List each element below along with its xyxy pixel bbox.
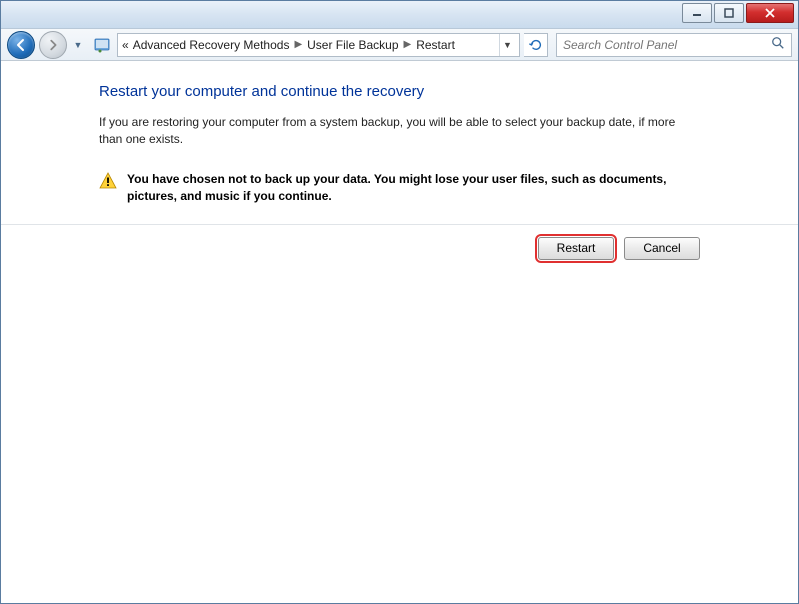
chevron-right-icon: ▶: [294, 39, 302, 50]
breadcrumb-overflow[interactable]: «: [122, 38, 129, 52]
warning-message: You have chosen not to back up your data…: [99, 171, 700, 206]
breadcrumb-part-2[interactable]: Restart: [416, 38, 455, 52]
breadcrumb[interactable]: « Advanced Recovery Methods ▶ User File …: [117, 33, 520, 57]
warning-icon: [99, 172, 117, 190]
refresh-button[interactable]: [524, 33, 548, 57]
chevron-right-icon: ▶: [404, 39, 412, 50]
back-button[interactable]: [7, 31, 35, 59]
control-panel-icon: [93, 36, 111, 54]
maximize-button[interactable]: [714, 3, 744, 23]
breadcrumb-part-1[interactable]: User File Backup: [307, 38, 398, 52]
search-box[interactable]: [556, 33, 792, 57]
restart-button[interactable]: Restart: [538, 237, 614, 260]
window-controls: [680, 3, 794, 23]
titlebar: [1, 1, 798, 29]
minimize-button[interactable]: [682, 3, 712, 23]
navigation-bar: ▼ « Advanced Recovery Methods ▶ User Fil…: [1, 29, 798, 61]
cancel-button[interactable]: Cancel: [624, 237, 700, 260]
divider: [1, 224, 798, 225]
warning-text: You have chosen not to back up your data…: [127, 171, 700, 206]
button-row: Restart Cancel: [1, 237, 798, 260]
search-icon[interactable]: [771, 36, 785, 53]
page-title: Restart your computer and continue the r…: [99, 83, 700, 100]
content-area: Restart your computer and continue the r…: [1, 61, 798, 603]
search-input[interactable]: [563, 38, 771, 52]
breadcrumb-part-0[interactable]: Advanced Recovery Methods: [133, 38, 290, 52]
address-dropdown[interactable]: ▼: [499, 34, 515, 56]
recent-pages-dropdown[interactable]: ▼: [71, 35, 85, 55]
close-button[interactable]: [746, 3, 794, 23]
forward-button[interactable]: [39, 31, 67, 59]
page-description: If you are restoring your computer from …: [99, 114, 700, 149]
